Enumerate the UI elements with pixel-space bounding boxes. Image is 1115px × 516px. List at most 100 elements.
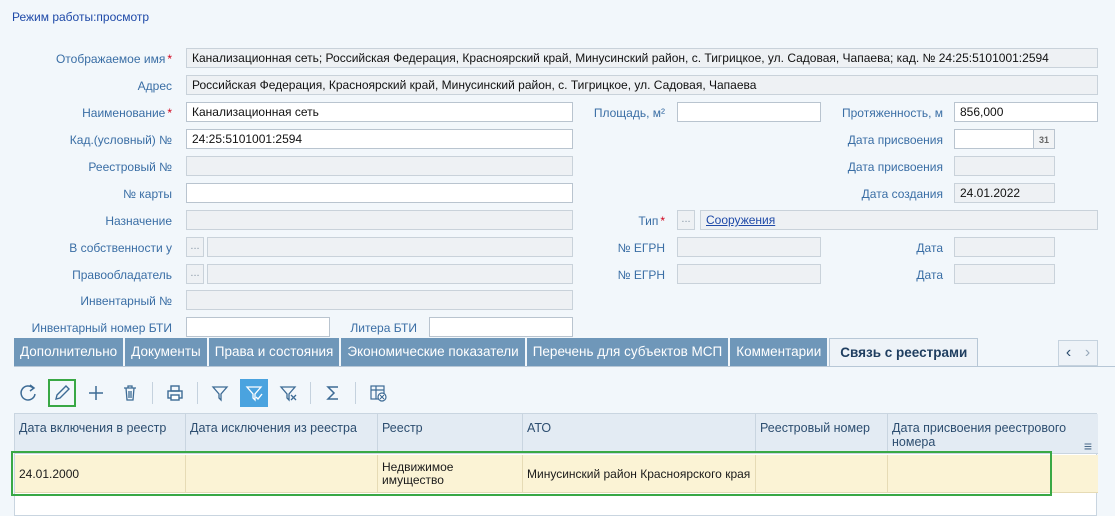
print-button[interactable]: [161, 379, 189, 407]
trash-icon: [124, 385, 136, 401]
holder-field: [207, 264, 573, 284]
inv-field: [186, 290, 573, 310]
filter-active-button[interactable]: [240, 379, 268, 407]
length-field[interactable]: 856,000: [954, 102, 1098, 122]
area-field[interactable]: [677, 102, 821, 122]
printer-icon: [167, 385, 183, 401]
tab-registries[interactable]: Связь с реестрами: [829, 338, 979, 366]
map-num-label: № карты: [123, 187, 172, 201]
sum-button[interactable]: [319, 379, 347, 407]
date1-field: [954, 237, 1055, 257]
display-name-field: Канализационная сеть; Российская Федерац…: [186, 48, 1098, 68]
purpose-label: Назначение: [105, 214, 172, 228]
refresh-button[interactable]: [14, 379, 42, 407]
table-cell: [756, 455, 888, 493]
name-label: Наименование *: [82, 106, 172, 120]
tab-economic[interactable]: Экономические показатели: [341, 338, 527, 366]
date2-field: [954, 264, 1055, 284]
display-name-label: Отображаемое имя *: [55, 52, 172, 66]
filter-button[interactable]: [206, 379, 234, 407]
address-field: Российская Федерация, Красноярский край,…: [186, 75, 1098, 95]
type-link[interactable]: Сооружения: [706, 213, 775, 227]
registries-grid: Дата включения в реестр Дата исключения …: [14, 413, 1098, 516]
tab-next-icon[interactable]: ›: [1085, 344, 1090, 362]
pencil-icon: [55, 385, 70, 400]
column-header[interactable]: Дата исключения из реестра: [186, 414, 378, 454]
grid-toolbar: [14, 378, 398, 408]
address-label: Адрес: [137, 79, 172, 93]
sigma-icon: [326, 386, 338, 400]
table-cell: [888, 455, 1098, 493]
egrn1-label: № ЕГРН: [617, 241, 665, 255]
cad-label: Кад.(условный) №: [69, 133, 172, 147]
cad-field[interactable]: 24:25:5101001:2594: [186, 129, 573, 149]
bti-litera-field[interactable]: [429, 317, 573, 337]
date2-label: Дата: [916, 268, 943, 282]
column-header[interactable]: Дата включения в реестр: [15, 414, 186, 454]
tab-prev-icon[interactable]: ‹: [1066, 344, 1071, 362]
add-button[interactable]: [82, 379, 110, 407]
table-cell: [186, 455, 378, 493]
refresh-icon: [20, 384, 36, 401]
table-settings-icon: [370, 385, 387, 402]
table-cell: Минусинский район Красноярского края: [523, 455, 756, 493]
filter-clear-icon: [279, 386, 297, 402]
type-label: Тип *: [638, 214, 665, 228]
tab-comments[interactable]: Комментарии: [730, 338, 830, 366]
column-header[interactable]: Реестровый номер: [756, 414, 888, 454]
toolbar-separator: [355, 382, 356, 404]
assign-date-field[interactable]: [954, 129, 1034, 149]
created-label: Дата создания: [861, 187, 943, 201]
toolbar-separator: [152, 382, 153, 404]
column-header[interactable]: АТО: [523, 414, 756, 454]
reg-num-label: Реестровый №: [88, 160, 172, 174]
type-field: Сооружения: [700, 210, 1098, 230]
assign-date-label: Дата присвоения: [847, 133, 943, 147]
column-menu-icon[interactable]: ≡: [1084, 438, 1092, 454]
grid-header: Дата включения в реестр Дата исключения …: [15, 414, 1098, 454]
table-cell: Недвижимое имущество: [378, 455, 523, 493]
map-num-field[interactable]: [186, 183, 573, 203]
tab-scroll-nav: ‹ ›: [1058, 340, 1098, 366]
tab-additional[interactable]: Дополнительно: [14, 338, 126, 366]
tab-documents[interactable]: Документы: [125, 338, 209, 366]
mode-label: Режим работы:просмотр: [12, 10, 150, 24]
owned-by-field: [207, 237, 573, 257]
toolbar-separator: [197, 382, 198, 404]
tab-msp-list[interactable]: Перечень для субъектов МСП: [526, 338, 731, 366]
column-header[interactable]: Дата присвоения реестрового номера: [888, 414, 1098, 454]
tab-rights[interactable]: Права и состояния: [208, 338, 342, 366]
delete-button[interactable]: [116, 379, 144, 407]
reg-num-field: [186, 156, 573, 176]
bti-inv-label: Инвентарный номер БТИ: [31, 321, 172, 335]
purpose-field: [186, 210, 573, 230]
bti-inv-field[interactable]: [186, 317, 330, 337]
inv-label: Инвентарный №: [80, 294, 172, 308]
edit-button[interactable]: [48, 379, 76, 407]
columns-reset-button[interactable]: [364, 379, 392, 407]
holder-picker-button[interactable]: ...: [186, 264, 204, 284]
plus-icon: [89, 386, 103, 400]
reg-date-field: [954, 156, 1055, 176]
length-label: Протяженность, м: [842, 106, 943, 120]
name-field[interactable]: Канализационная сеть: [186, 102, 573, 122]
area-label: Площадь, м²: [593, 106, 665, 120]
toolbar-separator: [310, 382, 311, 404]
owned-by-picker-button[interactable]: ...: [186, 237, 204, 257]
egrn2-label: № ЕГРН: [617, 268, 665, 282]
egrn2-field: [677, 264, 821, 284]
reg-date-label: Дата присвоения: [847, 160, 943, 174]
egrn1-field: [677, 237, 821, 257]
column-header[interactable]: Реестр: [378, 414, 523, 454]
type-picker-button[interactable]: ...: [677, 210, 695, 230]
clear-filter-button[interactable]: [274, 379, 302, 407]
created-field: 24.01.2022: [954, 183, 1055, 203]
filter-icon: [211, 386, 229, 402]
table-cell: 24.01.2000: [15, 455, 186, 493]
tab-divider: [14, 366, 1115, 367]
bti-litera-label: Литера БТИ: [350, 321, 417, 335]
holder-label: Правообладатель: [72, 268, 172, 282]
table-row[interactable]: 24.01.2000 Недвижимое имущество Минусинс…: [15, 455, 1098, 493]
tab-bar: Дополнительно Документы Права и состояни…: [14, 338, 979, 366]
calendar-icon[interactable]: 31: [1033, 129, 1055, 149]
